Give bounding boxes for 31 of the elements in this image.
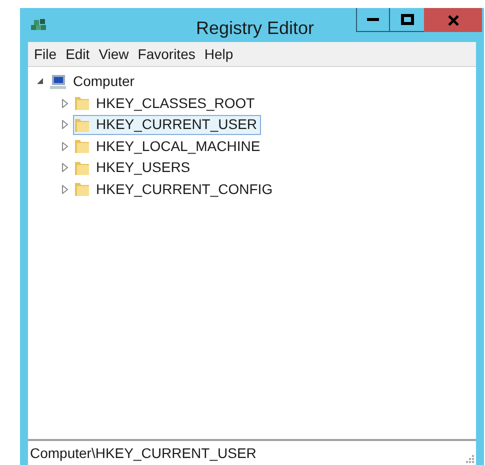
registry-cubes-icon bbox=[30, 17, 48, 33]
status-text: Computer\HKEY_CURRENT_USER bbox=[29, 444, 256, 463]
menu-item[interactable]: View bbox=[98, 44, 129, 64]
minimize-button[interactable] bbox=[356, 8, 390, 32]
menu-item[interactable]: File bbox=[34, 44, 57, 64]
expand-arrow-icon[interactable] bbox=[61, 142, 69, 151]
folder-icon bbox=[74, 181, 90, 198]
folder-icon bbox=[74, 95, 90, 112]
tree-item[interactable]: HKEY_CLASSES_ROOT bbox=[73, 93, 259, 114]
maximize-icon bbox=[400, 14, 414, 25]
minimize-icon bbox=[367, 18, 379, 21]
folder-icon bbox=[74, 160, 90, 176]
tree-item[interactable]: HKEY_USERS bbox=[73, 158, 194, 178]
close-button[interactable] bbox=[424, 8, 482, 32]
expand-arrow-icon[interactable] bbox=[61, 163, 69, 172]
tree-item[interactable]: HKEY_CURRENT_CONFIG bbox=[73, 179, 277, 200]
tree-item[interactable]: Computer bbox=[48, 72, 138, 92]
menu-item[interactable]: Edit bbox=[66, 44, 90, 64]
tree-item[interactable]: HKEY_CURRENT_USER bbox=[73, 114, 262, 135]
tree-item[interactable]: HKEY_LOCAL_MACHINE bbox=[73, 136, 264, 156]
folder-icon bbox=[74, 138, 90, 154]
collapse-arrow-icon[interactable] bbox=[36, 77, 44, 86]
menu-item[interactable]: Help bbox=[204, 44, 234, 64]
window-title: Registry Editor bbox=[196, 17, 314, 40]
expand-arrow-icon[interactable] bbox=[61, 120, 69, 130]
expand-arrow-icon[interactable] bbox=[61, 184, 69, 194]
expand-arrow-icon[interactable] bbox=[61, 98, 69, 108]
computer-icon bbox=[49, 74, 67, 90]
menu-item[interactable]: Favorites bbox=[138, 44, 196, 64]
folder-icon bbox=[74, 116, 90, 133]
close-icon bbox=[448, 14, 458, 26]
